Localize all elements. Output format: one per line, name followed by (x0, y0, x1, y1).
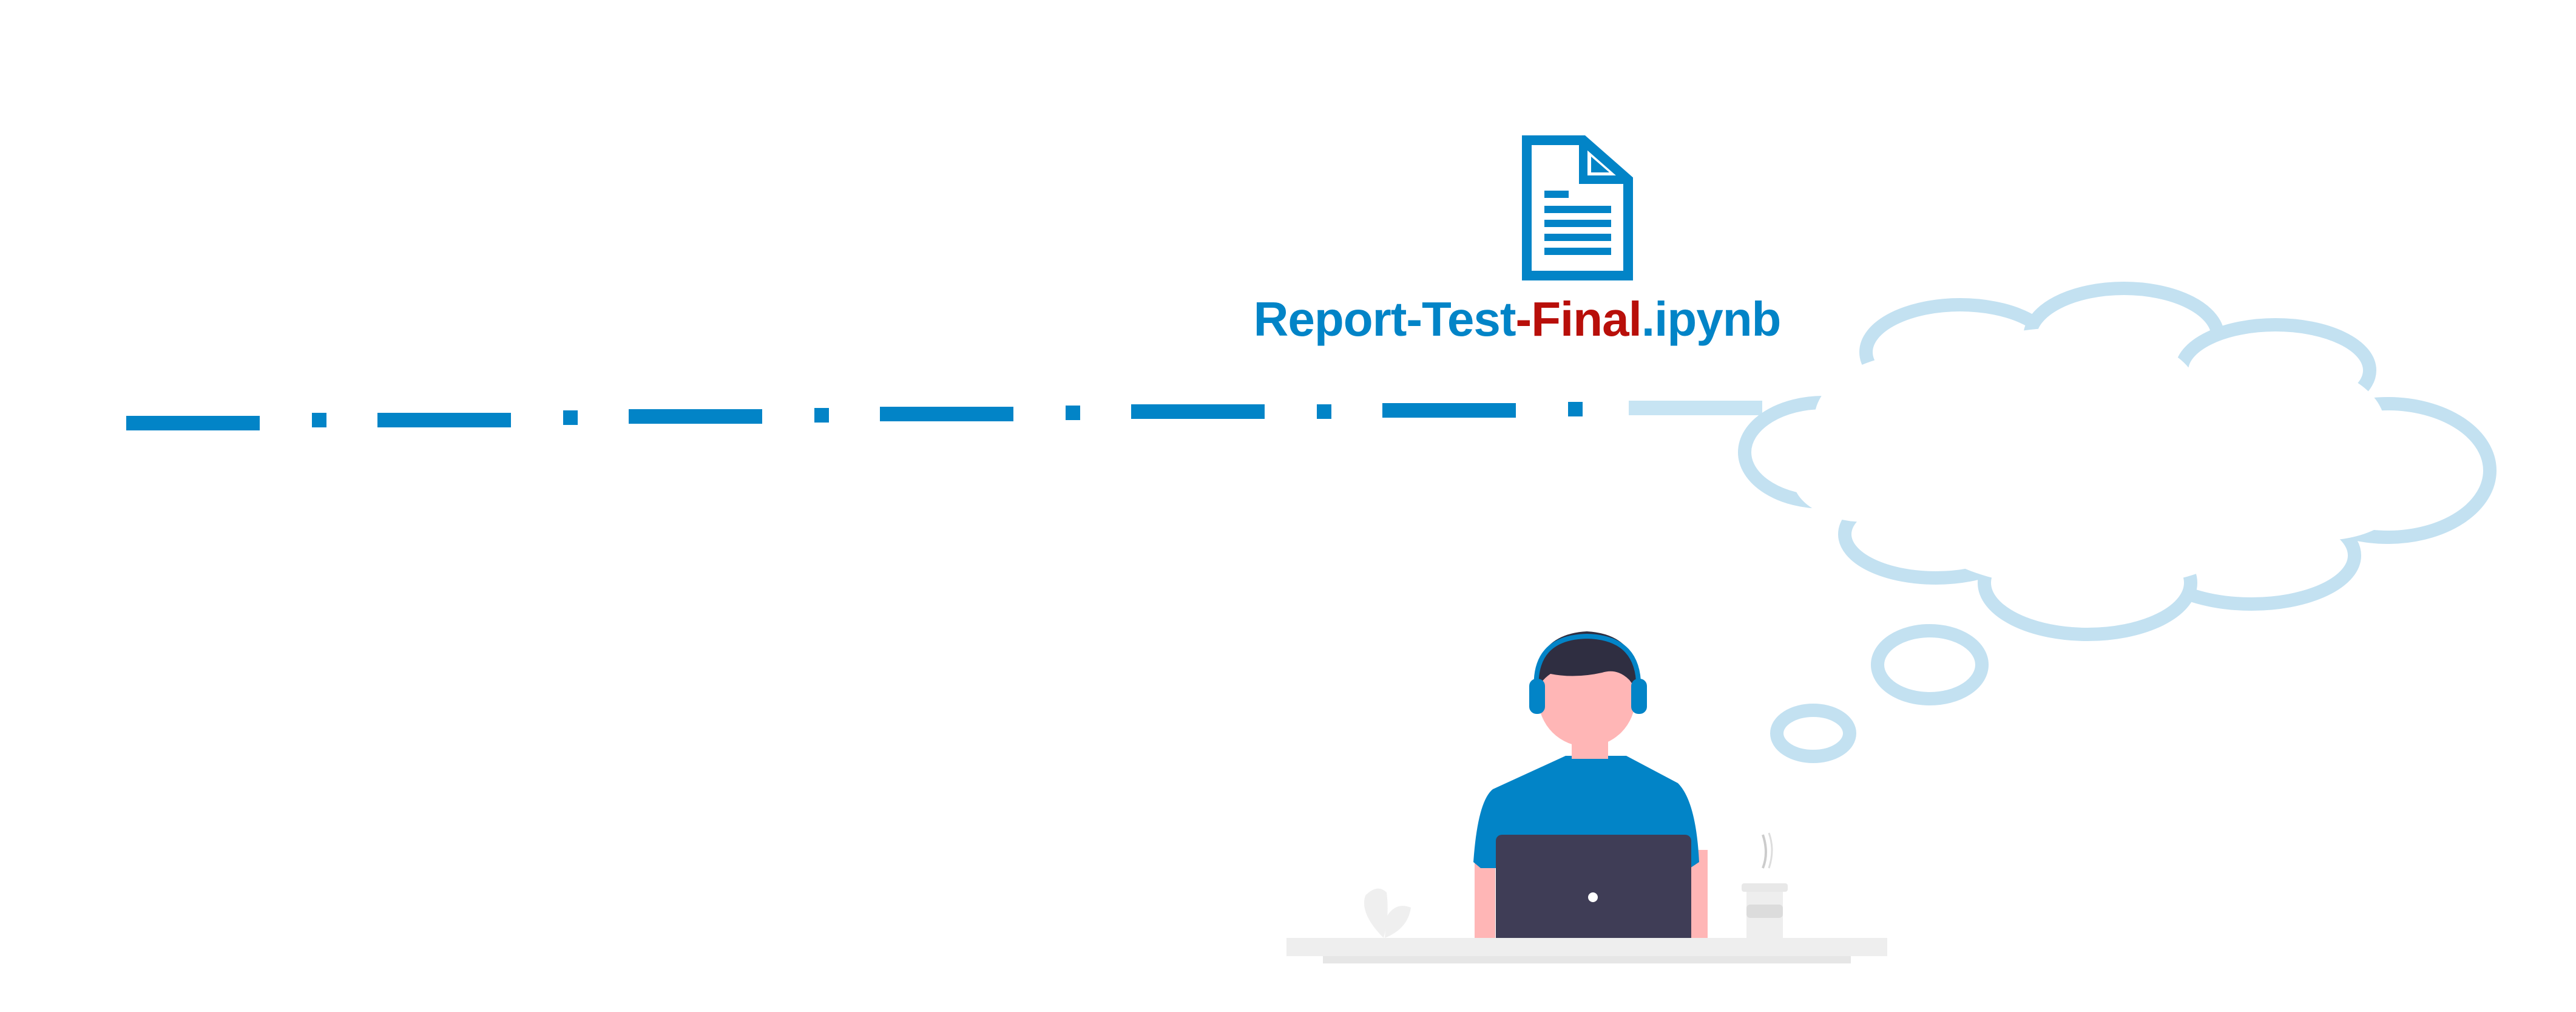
file-name-part: Report-Test (1253, 292, 1516, 346)
document-icon (1522, 135, 1633, 280)
coffee-cup-icon (1742, 832, 1788, 939)
progress-line-completed (126, 402, 1583, 430)
desk (1286, 938, 1887, 963)
thought-cloud-icon (1738, 282, 2497, 763)
file-name-part-highlight: -Final (1515, 292, 1642, 346)
laptop-icon (1496, 835, 1691, 947)
file-name-label: Report-Test-Final.ipynb (1214, 291, 1820, 347)
file-name-extension: .ipynb (1641, 292, 1782, 346)
illustration (126, 135, 2497, 963)
plant-icon (1364, 888, 1411, 938)
